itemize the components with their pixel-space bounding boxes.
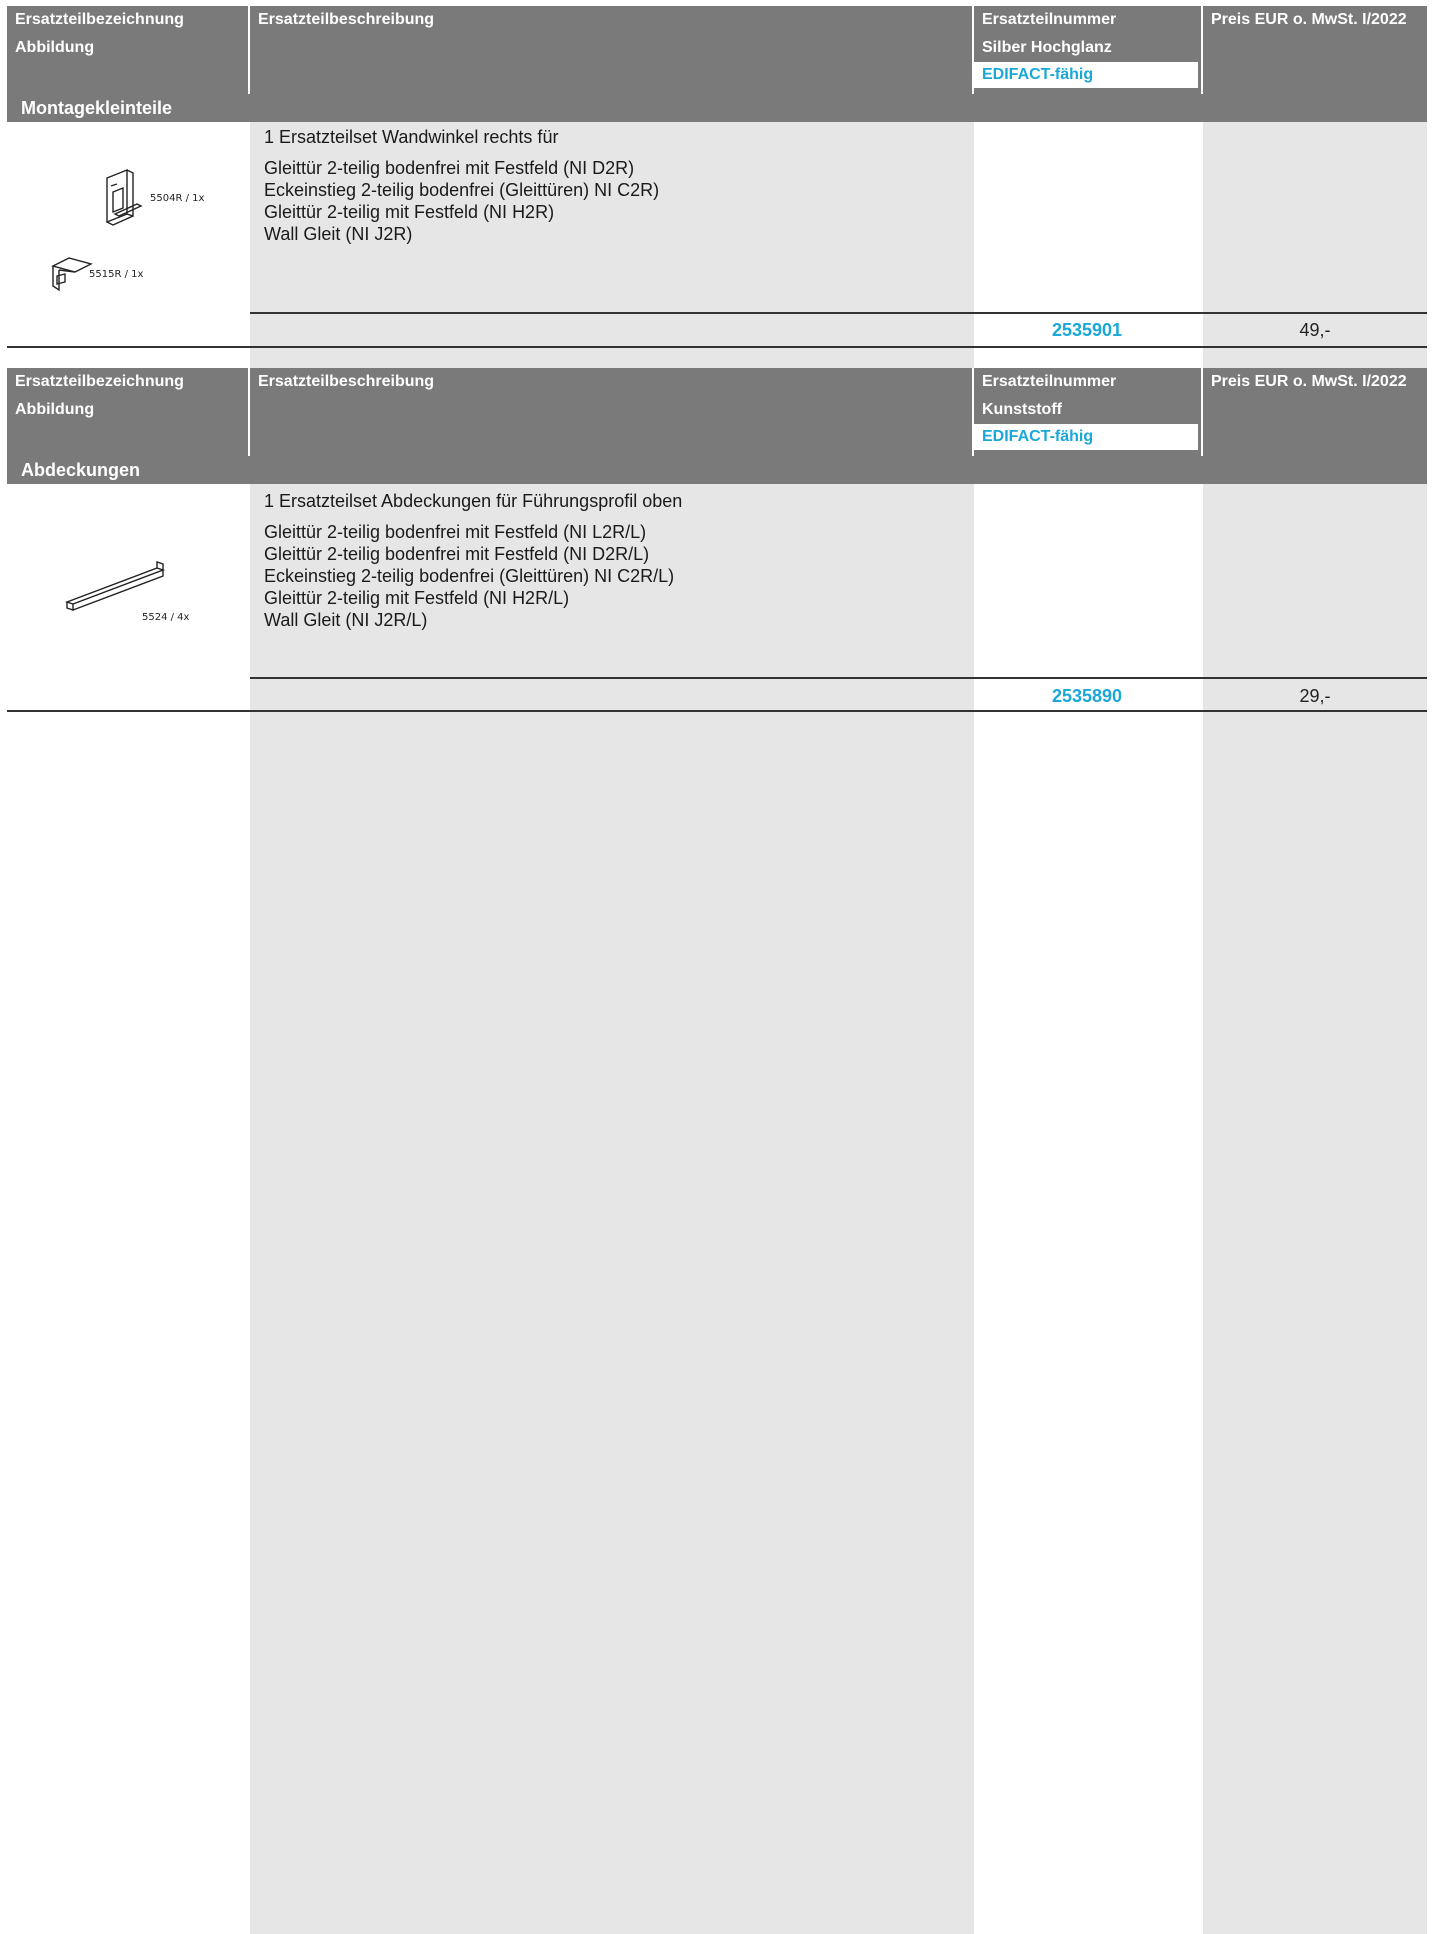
row-divider [250,312,1427,314]
image-label: 5504R / 1x [150,193,205,204]
part-price: 29,- [1299,686,1331,706]
part-description: 1 Ersatzteilset Wandwinkel rechts für Gl… [264,126,964,245]
header-cell-price: Preis EUR o. MwSt. I/2022 [1203,368,1427,456]
section-title: Abdeckungen [21,460,141,480]
header-cell-part-number: Ersatzteilnummer Kunststoff EDIFACT-fähi… [974,368,1202,456]
header-cell-description: Ersatzteilbeschreibung [250,368,972,456]
header-description-label: Ersatzteilbeschreibung [258,373,435,390]
part-price: 49,- [1299,320,1331,340]
description-item: Gleittür 2-teilig mit Festfeld (NI H2R) [264,202,555,222]
spare-part-table-1: Ersatzteilbezeichnung Abbildung Ersatzte… [7,6,1427,348]
cover-profile-illustration [64,561,166,611]
description-item: Wall Gleit (NI J2R) [264,224,413,244]
description-item: Eckeinstieg 2-teilig bodenfrei (Gleittür… [264,180,660,200]
header-cell-description: Ersatzteilbeschreibung [250,6,972,94]
row-divider [250,677,1427,679]
header-description-label: Ersatzteilbeschreibung [258,11,435,28]
spare-parts-page: Ersatzteilbezeichnung Abbildung Ersatzte… [0,0,1432,1934]
header-price-label: Preis EUR o. MwSt. I/2022 [1211,373,1407,390]
image-label: 5524 / 4x [142,612,190,623]
part-number: 2535890 [1051,686,1123,706]
header-designation-label: Ersatzteilbezeichnung [15,373,184,390]
table-header: Ersatzteilbezeichnung Abbildung Ersatzte… [7,6,1427,94]
description-title: 1 Ersatzteilset Wandwinkel rechts für [264,127,559,147]
header-image-label: Abbildung [15,401,95,418]
description-item: Gleittür 2-teilig bodenfrei mit Festfeld… [264,158,635,178]
part-number: 2535901 [1051,320,1123,340]
section-title-bar: Abdeckungen [7,456,1427,484]
header-part-number-label: Ersatzteilnummer [982,373,1117,390]
row-bottom-border [7,346,1427,348]
header-cell-price: Preis EUR o. MwSt. I/2022 [1203,6,1427,94]
header-material-label: Kunststoff [982,401,1062,418]
row-bottom-border [7,710,1427,712]
section-title-bar: Montagekleinteile [7,94,1427,122]
header-designation-label: Ersatzteilbezeichnung [15,11,184,28]
description-item: Eckeinstieg 2-teilig bodenfrei (Gleittür… [264,566,675,586]
header-material-label: Silber Hochglanz [982,39,1112,56]
header-cell-designation: Ersatzteilbezeichnung Abbildung [7,368,247,456]
image-label: 5515R / 1x [89,269,144,280]
header-image-label: Abbildung [15,39,95,56]
edifact-box: EDIFACT-fähig [974,424,1198,450]
description-item: Gleittür 2-teilig bodenfrei mit Festfeld… [264,522,647,542]
description-item: Wall Gleit (NI J2R/L) [264,610,428,630]
header-price-label: Preis EUR o. MwSt. I/2022 [1211,11,1407,28]
header-cell-designation: Ersatzteilbezeichnung Abbildung [7,6,247,94]
spare-part-table-2: Ersatzteilbezeichnung Abbildung Ersatzte… [7,368,1427,712]
description-title: 1 Ersatzteilset Abdeckungen für Führungs… [264,491,683,511]
table-header: Ersatzteilbezeichnung Abbildung Ersatzte… [7,368,1427,456]
wall-bracket-illustration [106,168,143,226]
edifact-label: EDIFACT-fähig [982,428,1094,445]
edifact-box: EDIFACT-fähig [974,62,1198,88]
part-description: 1 Ersatzteilset Abdeckungen für Führungs… [264,490,964,631]
header-cell-part-number: Ersatzteilnummer Silber Hochglanz EDIFAC… [974,6,1202,94]
edifact-label: EDIFACT-fähig [982,66,1094,83]
section-title: Montagekleinteile [21,98,173,118]
description-item: Gleittür 2-teilig mit Festfeld (NI H2R/L… [264,588,570,608]
header-part-number-label: Ersatzteilnummer [982,11,1117,28]
description-item: Gleittür 2-teilig bodenfrei mit Festfeld… [264,544,650,564]
